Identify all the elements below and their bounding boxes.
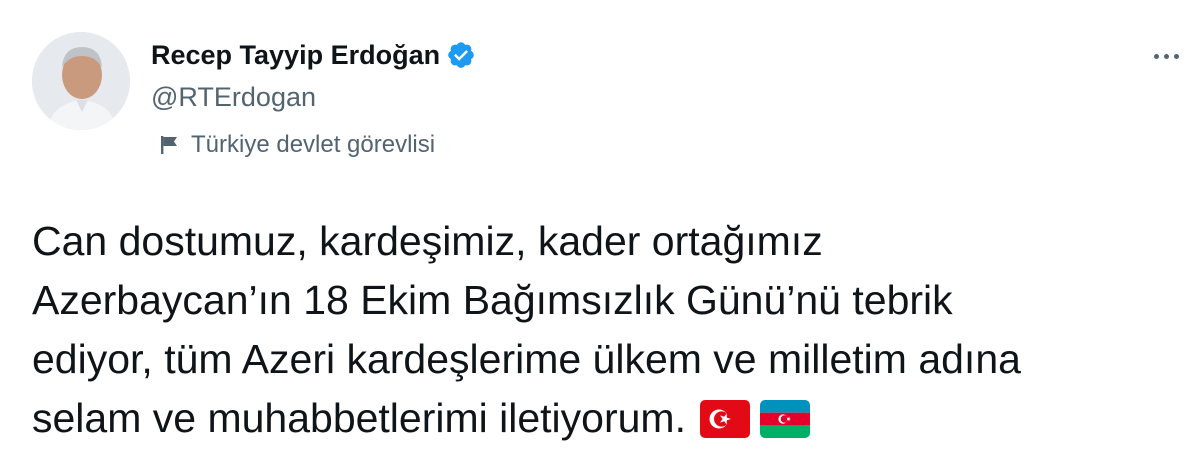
azerbaijan-flag-icon — [759, 400, 810, 438]
tweet-text: Can dostumuz, kardeşimiz, kader ortağımı… — [32, 212, 1182, 448]
turkey-flag-icon — [699, 400, 750, 438]
more-options-icon[interactable] — [1148, 38, 1184, 74]
tweet-text-line: Azerbaycan’ın 18 Ekim Bağımsızlık Günü’n… — [32, 277, 953, 323]
verified-badge-icon — [446, 40, 476, 70]
tweet-text-line: Can dostumuz, kardeşimiz, kader ortağımı… — [32, 218, 823, 264]
author-display-name[interactable]: Recep Tayyip Erdoğan — [151, 38, 440, 72]
tweet-text-line: ediyor, tüm Azeri kardeşlerime ülkem ve … — [32, 336, 1021, 382]
tweet-text-line-last: selam ve muhabbetlerimi iletiyorum. — [32, 389, 1182, 448]
government-flag-icon — [159, 134, 181, 156]
tweet-card: Recep Tayyip Erdoğan @RTErdogan Türkiye … — [0, 0, 1200, 450]
avatar[interactable] — [32, 32, 130, 130]
avatar-photo — [32, 32, 130, 130]
author-name-row[interactable]: Recep Tayyip Erdoğan — [151, 38, 476, 72]
affiliation-label: Türkiye devlet görevlisi — [159, 129, 435, 161]
tweet-text-line: selam ve muhabbetlerimi iletiyorum. — [32, 395, 686, 441]
affiliation-text: Türkiye devlet görevlisi — [191, 131, 436, 158]
author-handle[interactable]: @RTErdogan — [151, 80, 316, 114]
